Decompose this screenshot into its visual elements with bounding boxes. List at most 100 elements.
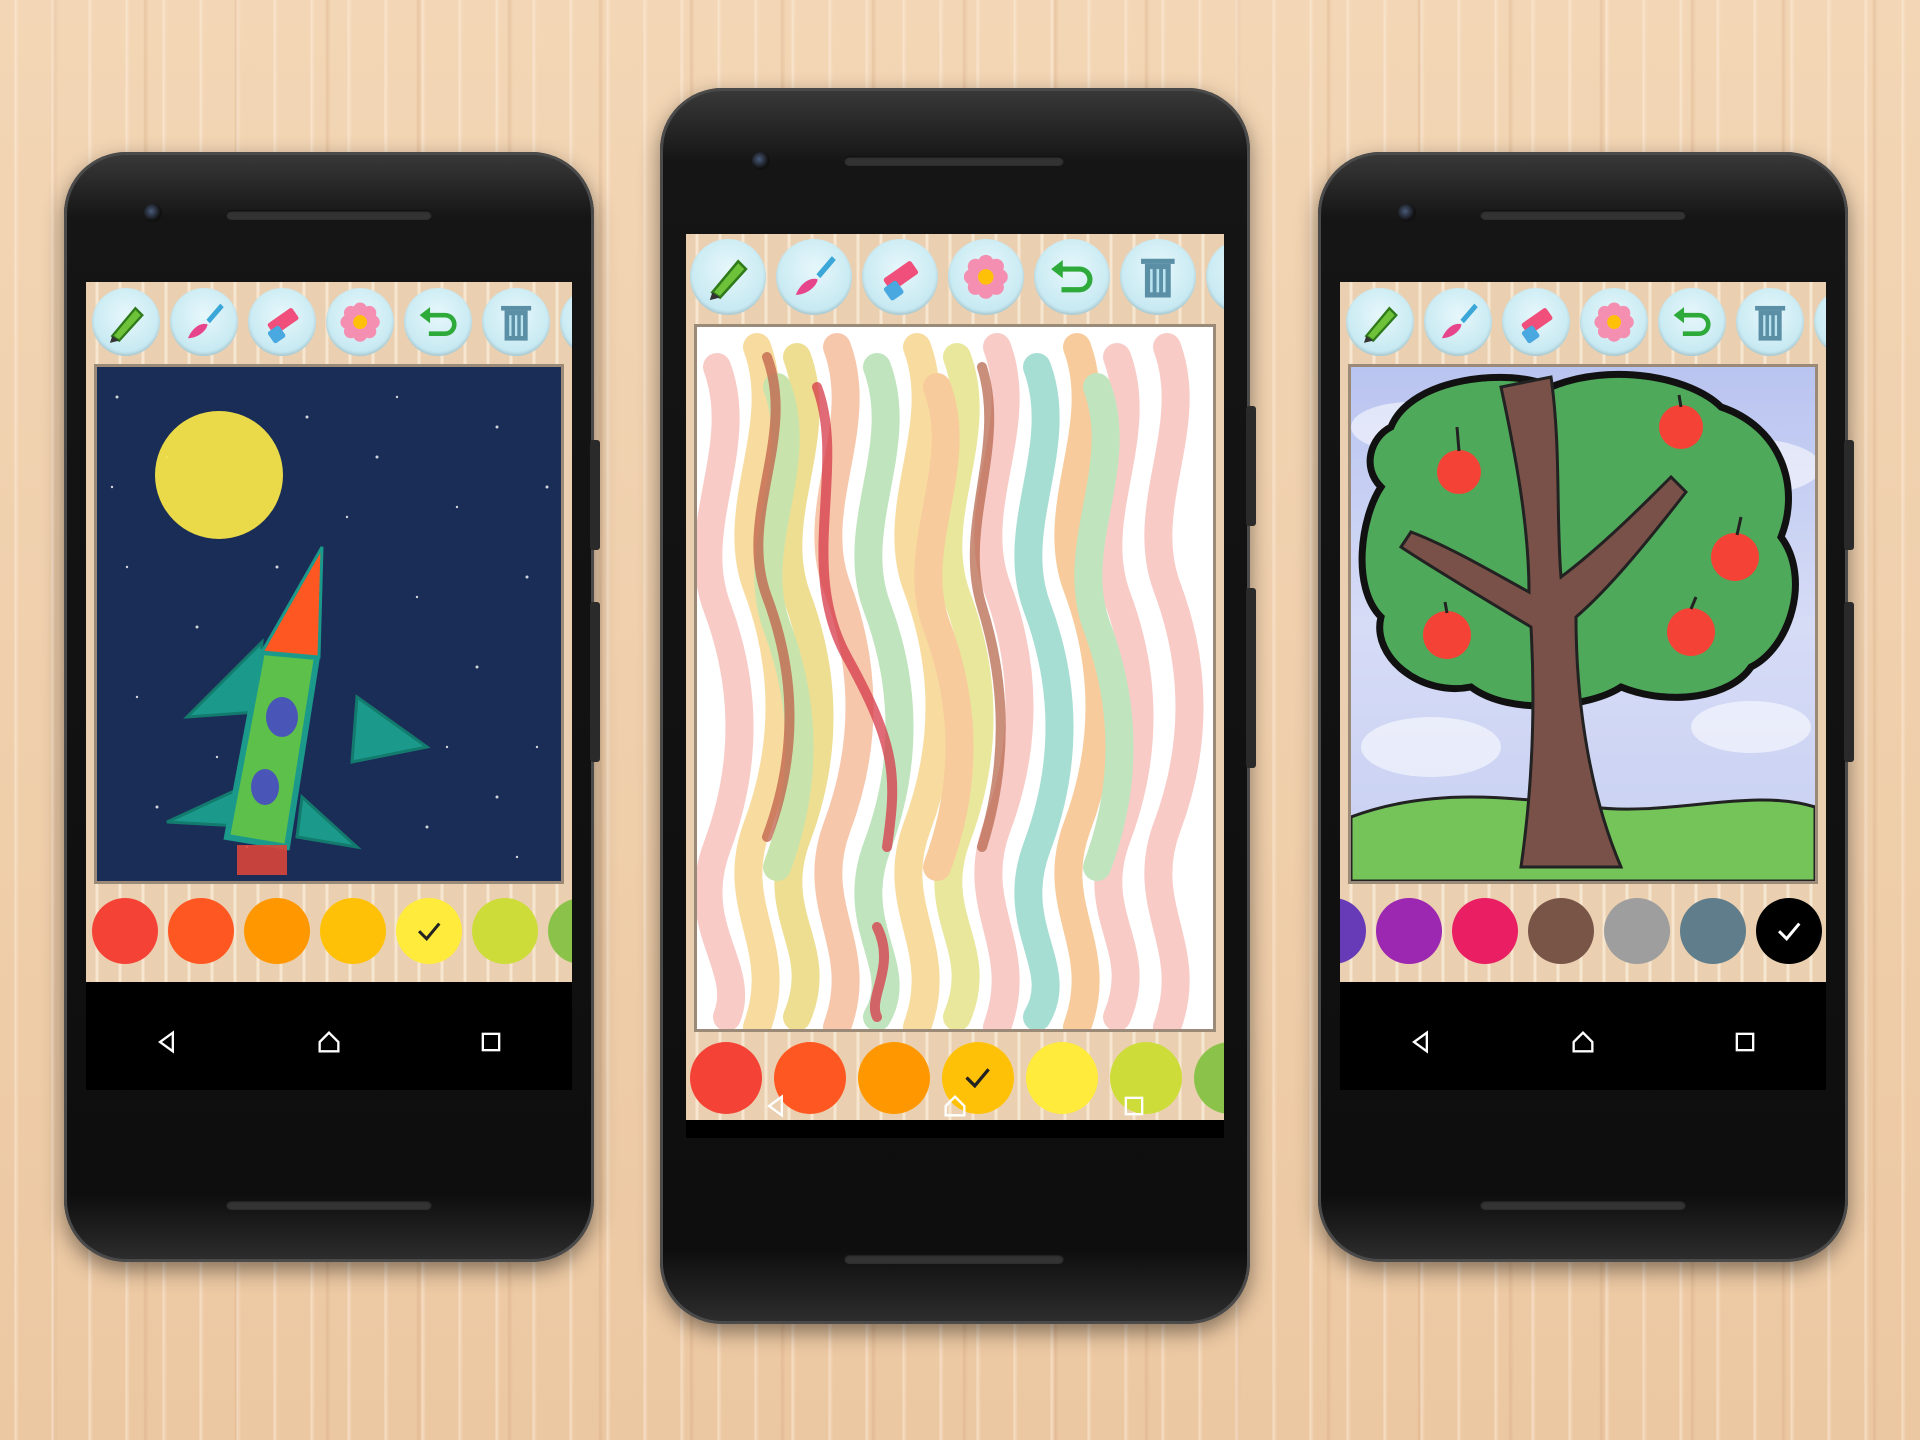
color-swatch[interactable] bbox=[244, 898, 310, 964]
earpiece bbox=[844, 156, 1064, 166]
volume-button bbox=[1246, 588, 1256, 768]
flower-icon bbox=[1594, 302, 1634, 342]
stamp-tool[interactable] bbox=[948, 239, 1024, 315]
color-swatch[interactable] bbox=[168, 898, 234, 964]
color-swatch[interactable] bbox=[320, 898, 386, 964]
moon bbox=[155, 411, 283, 539]
flower-icon bbox=[964, 255, 1008, 299]
brush-tool[interactable] bbox=[776, 239, 852, 315]
undo-icon bbox=[1051, 260, 1093, 293]
pencil-icon bbox=[1363, 306, 1398, 343]
recents-icon[interactable] bbox=[477, 1028, 505, 1056]
trash-icon bbox=[1141, 258, 1175, 298]
drawing-app bbox=[1340, 282, 1826, 982]
delete-tool[interactable] bbox=[1120, 239, 1196, 315]
bottom-speaker bbox=[844, 1254, 1064, 1264]
recents-icon[interactable] bbox=[1731, 1028, 1759, 1056]
phone-center bbox=[660, 88, 1256, 1324]
check-icon bbox=[417, 922, 441, 941]
trash-icon bbox=[500, 305, 532, 341]
rocket bbox=[166, 546, 431, 875]
phone-right bbox=[1318, 152, 1854, 1262]
color-swatch-selected[interactable] bbox=[1756, 898, 1822, 964]
home-icon[interactable] bbox=[941, 1092, 969, 1120]
stamp-tool[interactable] bbox=[1580, 288, 1648, 356]
drawing-canvas[interactable] bbox=[1348, 364, 1818, 884]
front-camera bbox=[1398, 204, 1416, 222]
system-nav-bar bbox=[86, 1012, 572, 1072]
home-icon[interactable] bbox=[1569, 1028, 1597, 1056]
volume-button bbox=[1844, 602, 1854, 762]
pencil-icon bbox=[709, 259, 748, 301]
brush-icon bbox=[187, 303, 224, 339]
system-nav-bar bbox=[686, 1076, 1224, 1136]
more-tool[interactable] bbox=[1206, 239, 1224, 315]
eraser-tool[interactable] bbox=[248, 288, 316, 356]
drawing-app bbox=[686, 234, 1224, 1120]
undo-tool[interactable] bbox=[1658, 288, 1726, 356]
undo-tool[interactable] bbox=[1034, 239, 1110, 315]
color-swatch[interactable] bbox=[548, 898, 572, 964]
color-swatch-selected[interactable] bbox=[396, 898, 462, 964]
color-swatch[interactable] bbox=[472, 898, 538, 964]
color-swatch[interactable] bbox=[1604, 898, 1670, 964]
phone-left bbox=[64, 152, 600, 1262]
front-camera bbox=[752, 152, 770, 170]
delete-tool[interactable] bbox=[482, 288, 550, 356]
power-button bbox=[1844, 440, 1854, 550]
stamp-tool[interactable] bbox=[326, 288, 394, 356]
rocket-drawing bbox=[110, 395, 549, 875]
toolbar bbox=[86, 282, 572, 362]
toolbar bbox=[686, 234, 1224, 320]
brush-tool[interactable] bbox=[1424, 288, 1492, 356]
brush-icon bbox=[795, 256, 836, 296]
pencil-icon bbox=[109, 306, 144, 343]
home-icon[interactable] bbox=[315, 1028, 343, 1056]
power-button bbox=[1246, 406, 1256, 526]
back-icon[interactable] bbox=[762, 1092, 790, 1120]
brush-icon bbox=[1441, 303, 1478, 339]
flower-icon bbox=[340, 302, 380, 342]
screen bbox=[686, 234, 1224, 1138]
more-tool[interactable] bbox=[560, 288, 572, 356]
undo-tool[interactable] bbox=[404, 288, 472, 356]
color-palette bbox=[1340, 892, 1826, 970]
trash-icon bbox=[1754, 305, 1786, 341]
delete-tool[interactable] bbox=[1736, 288, 1804, 356]
apple-tree-drawing bbox=[1351, 370, 1815, 881]
eraser-icon bbox=[267, 307, 299, 344]
color-swatch[interactable] bbox=[92, 898, 158, 964]
recents-icon[interactable] bbox=[1120, 1092, 1148, 1120]
wavy-lines-drawing bbox=[697, 333, 1204, 1029]
back-icon[interactable] bbox=[153, 1028, 181, 1056]
back-icon[interactable] bbox=[1407, 1028, 1435, 1056]
eraser-tool[interactable] bbox=[862, 239, 938, 315]
drawing-app bbox=[86, 282, 572, 982]
pencil-tool[interactable] bbox=[1346, 288, 1414, 356]
brush-tool[interactable] bbox=[170, 288, 238, 356]
more-tool[interactable] bbox=[1814, 288, 1826, 356]
check-icon bbox=[1777, 922, 1801, 941]
screen bbox=[86, 282, 572, 1090]
earpiece bbox=[1480, 210, 1686, 220]
screen bbox=[1340, 282, 1826, 1090]
undo-icon bbox=[419, 306, 457, 336]
toolbar bbox=[1340, 282, 1826, 362]
color-swatch[interactable] bbox=[1680, 898, 1746, 964]
volume-button bbox=[590, 602, 600, 762]
eraser-tool[interactable] bbox=[1502, 288, 1570, 356]
pencil-tool[interactable] bbox=[690, 239, 766, 315]
earpiece bbox=[226, 210, 432, 220]
color-swatch[interactable] bbox=[1376, 898, 1442, 964]
power-button bbox=[590, 440, 600, 550]
drawing-canvas[interactable] bbox=[694, 324, 1216, 1032]
system-nav-bar bbox=[1340, 1012, 1826, 1072]
color-palette bbox=[86, 892, 572, 970]
color-swatch[interactable] bbox=[1528, 898, 1594, 964]
front-camera bbox=[144, 204, 162, 222]
color-swatch[interactable] bbox=[1452, 898, 1518, 964]
color-swatch[interactable] bbox=[1340, 898, 1366, 964]
bottom-speaker bbox=[1480, 1200, 1686, 1210]
drawing-canvas[interactable] bbox=[94, 364, 564, 884]
pencil-tool[interactable] bbox=[92, 288, 160, 356]
